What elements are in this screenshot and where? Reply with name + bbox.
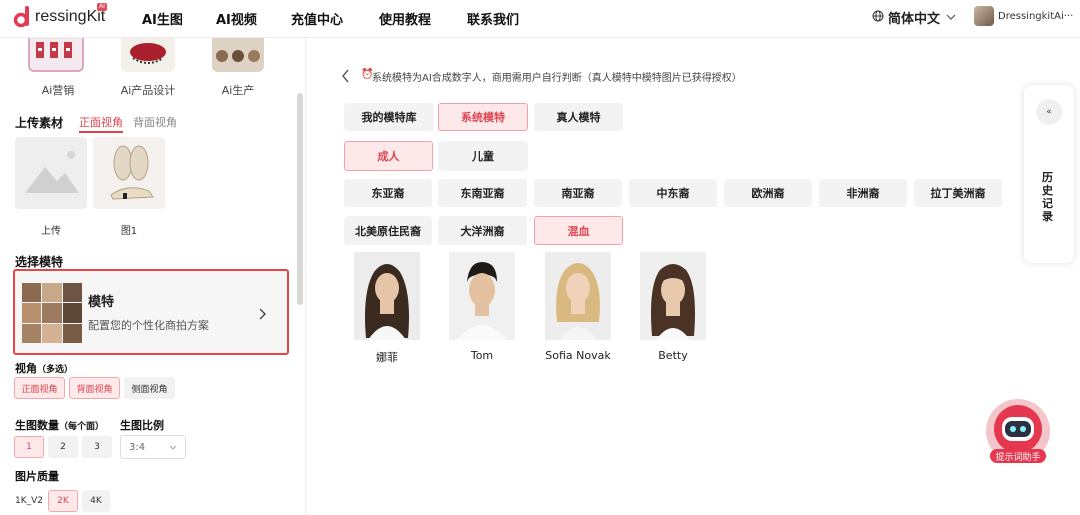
logo-badge: AI xyxy=(97,3,107,11)
model-name-sofia-novak: Sofia Novak xyxy=(545,349,611,362)
ratio-value: 3:4 xyxy=(129,441,146,453)
logo[interactable]: ressingKit xyxy=(13,6,105,28)
language-selector[interactable]: 简体中文 xyxy=(872,8,956,27)
category-thumb-marketing[interactable] xyxy=(28,38,84,72)
nav-ai-video[interactable]: AI视频 xyxy=(216,9,257,28)
category-production[interactable]: Ai生产 xyxy=(198,82,278,98)
model-card-nafei[interactable] xyxy=(354,252,420,340)
filter-southeast-asian[interactable]: 东南亚裔 xyxy=(438,179,527,207)
filter-east-asian[interactable]: 东亚裔 xyxy=(344,179,432,207)
assistant-label: 提示词助手 xyxy=(990,449,1046,463)
category-marketing[interactable]: Ai营销 xyxy=(18,82,98,98)
quantity-label-text: 生图数量 xyxy=(15,419,59,432)
filter-native-american[interactable]: 北美原住民裔 xyxy=(344,216,432,245)
username: DressingkitAi··· xyxy=(998,10,1074,22)
avatar xyxy=(974,6,994,26)
history-panel[interactable]: « 历史记录 xyxy=(1024,85,1074,263)
back-arrow-icon[interactable] xyxy=(341,68,351,83)
quality-option-1k[interactable]: 1K_V2 xyxy=(14,490,44,512)
model-card-betty[interactable] xyxy=(640,252,706,340)
logo-icon xyxy=(13,6,33,28)
category-thumb-production[interactable] xyxy=(212,38,264,72)
filter-mixed[interactable]: 混血 xyxy=(534,216,623,245)
upload-label: 上传 xyxy=(41,226,61,237)
model-name-betty: Betty xyxy=(658,349,688,362)
chevron-down-icon xyxy=(946,10,956,25)
model-name-nafei: 娜菲 xyxy=(376,351,398,364)
ratio-select[interactable]: 3:4 xyxy=(120,435,186,459)
sidebar: Ai营销 Ai产品设计 Ai生产 上传素材 正面视角 背面视角 上传 图1 选择… xyxy=(0,38,306,515)
filter-european[interactable]: 欧洲裔 xyxy=(724,179,812,207)
nav-recharge[interactable]: 充值中心 xyxy=(291,9,343,28)
quantity-option-3[interactable]: 3 xyxy=(82,436,112,458)
main-panel: ⏰ 系统模特为AI合成数字人，商用需用户自行判断（真人模特中模特图片已获得授权）… xyxy=(307,38,1080,515)
model-name-tom: Tom xyxy=(470,349,494,362)
model-card-sofia-novak[interactable] xyxy=(545,252,611,340)
uploaded-image-1[interactable] xyxy=(93,137,165,209)
globe-icon xyxy=(872,10,884,26)
tab-real-models[interactable]: 真人模特 xyxy=(534,103,623,131)
tab-my-models[interactable]: 我的模特库 xyxy=(344,103,434,131)
view-option-side[interactable]: 侧面视角 xyxy=(124,377,175,399)
category-product-design[interactable]: Ai产品设计 xyxy=(108,82,188,98)
user-menu[interactable]: DressingkitAi··· xyxy=(974,6,1073,26)
view-option-back[interactable]: 背面视角 xyxy=(69,377,120,399)
filter-adult[interactable]: 成人 xyxy=(344,141,433,171)
prompt-assistant-button[interactable]: 提示词助手 xyxy=(984,397,1052,465)
model-collage xyxy=(22,283,82,343)
tab-back-view[interactable]: 背面视角 xyxy=(133,114,177,130)
chevron-down-icon xyxy=(169,443,177,454)
view-option-front[interactable]: 正面视角 xyxy=(14,377,65,399)
filter-child[interactable]: 儿童 xyxy=(438,141,528,171)
category-thumb-product-design[interactable] xyxy=(121,38,175,72)
nav-ai-image[interactable]: AI生图 xyxy=(142,9,183,28)
model-card-description: 配置您的个性化商拍方案 xyxy=(88,319,209,332)
quality-option-4k[interactable]: 4K xyxy=(82,490,110,512)
quantity-label: 生图数量（每个面） xyxy=(15,417,104,433)
filter-south-asian[interactable]: 南亚裔 xyxy=(534,179,622,207)
filter-oceanian[interactable]: 大洋洲裔 xyxy=(438,216,527,245)
upload-title: 上传素材 xyxy=(15,116,64,130)
notice-text: 系统模特为AI合成数字人，商用需用户自行判断（真人模特中模特图片已获得授权） xyxy=(372,73,742,84)
model-select-title: 选择模特 xyxy=(15,255,64,269)
quality-label: 图片质量 xyxy=(15,470,59,483)
nav-contact[interactable]: 联系我们 xyxy=(467,9,519,28)
collapse-toggle-icon[interactable]: « xyxy=(1036,99,1062,125)
image-1-label: 图1 xyxy=(120,226,138,237)
image-placeholder-icon xyxy=(15,151,87,213)
quantity-hint: （每个面） xyxy=(59,422,105,432)
view-angle-hint: （多选） xyxy=(37,365,74,375)
quality-option-2k[interactable]: 2K xyxy=(48,490,78,512)
quantity-option-2[interactable]: 2 xyxy=(48,436,78,458)
nav-tutorial[interactable]: 使用教程 xyxy=(379,9,431,28)
quantity-option-1[interactable]: 1 xyxy=(14,436,44,458)
tab-front-view[interactable]: 正面视角 xyxy=(79,114,123,133)
tab-system-models[interactable]: 系统模特 xyxy=(438,103,528,131)
upload-button[interactable] xyxy=(15,137,87,209)
logo-text: ressingKit xyxy=(35,8,106,25)
history-label: 历史记录 xyxy=(1042,171,1053,223)
model-config-card[interactable]: 模特 配置您的个性化商拍方案 xyxy=(13,269,289,355)
filter-latin-american[interactable]: 拉丁美洲裔 xyxy=(914,179,1002,207)
ratio-label: 生图比例 xyxy=(120,419,164,432)
filter-middle-eastern[interactable]: 中东裔 xyxy=(629,179,717,207)
filter-african[interactable]: 非洲裔 xyxy=(819,179,907,207)
top-bar: ressingKit AI AI生图 AI视频 充值中心 使用教程 联系我们 简… xyxy=(0,0,1080,38)
chevron-right-icon xyxy=(259,305,267,324)
view-angle-label-text: 视角 xyxy=(15,362,37,375)
model-card-title: 模特 xyxy=(88,295,115,310)
model-card-tom[interactable] xyxy=(449,252,515,340)
language-label: 简体中文 xyxy=(888,12,941,27)
view-angle-label: 视角（多选） xyxy=(15,360,73,376)
sidebar-scrollbar[interactable] xyxy=(297,93,303,305)
